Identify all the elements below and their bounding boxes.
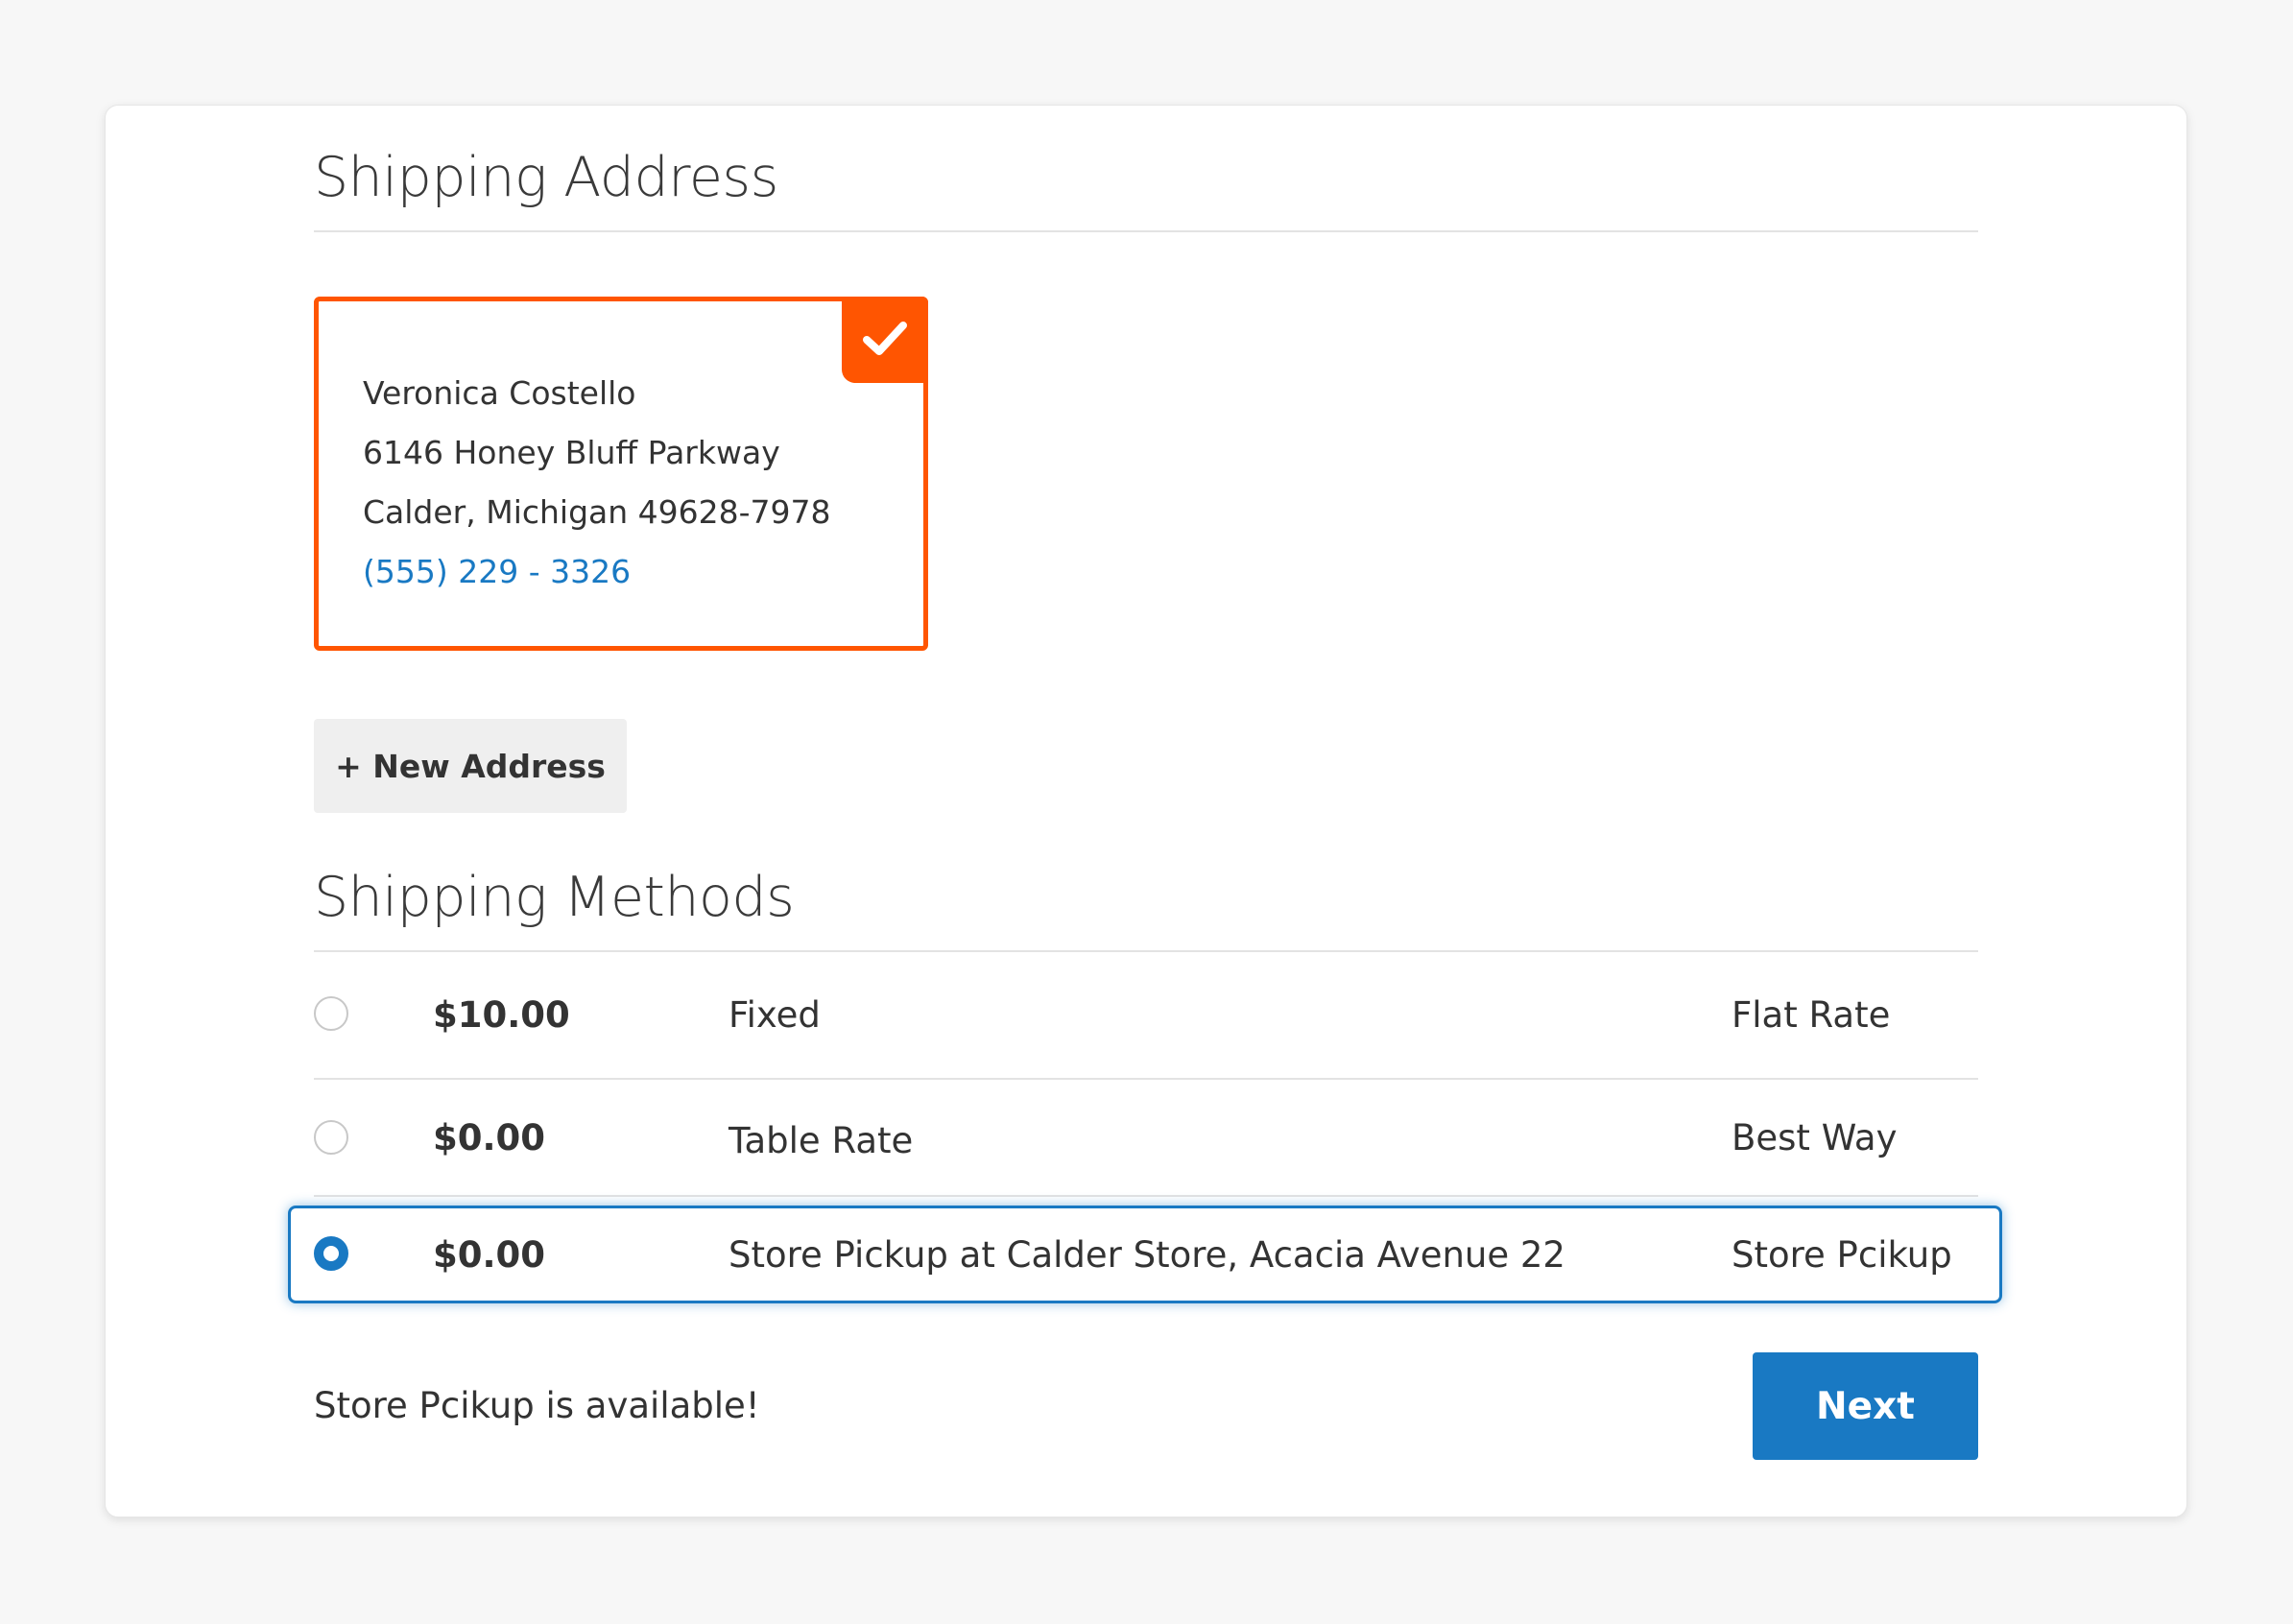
selected-badge [842, 297, 928, 383]
shipping-method-row-flat-rate[interactable]: $10.00 Fixed Flat Rate [314, 995, 1978, 1053]
shipping-method-row-best-way[interactable]: $0.00 Table Rate Best Way [314, 1119, 1978, 1177]
new-address-button[interactable]: + New Address [314, 719, 627, 813]
method-name: Table Rate [729, 1120, 914, 1161]
method-price: $0.00 [433, 1234, 546, 1276]
address-name: Veronica Costello [363, 374, 636, 412]
method-row-divider [314, 1078, 1978, 1080]
shipping-address-divider [314, 230, 1978, 232]
method-row-divider [314, 1195, 1978, 1197]
radio-button-icon[interactable] [314, 1120, 348, 1155]
method-carrier: Store Pcikup [1732, 1234, 1952, 1276]
address-phone-link[interactable]: (555) 229 - 3326 [363, 556, 631, 587]
next-button[interactable]: Next [1753, 1352, 1978, 1460]
shipping-methods-divider [314, 950, 1978, 952]
method-price: $0.00 [433, 1117, 546, 1158]
method-name: Fixed [729, 994, 821, 1036]
radio-button-icon[interactable] [314, 996, 348, 1031]
checkmark-icon [863, 322, 907, 355]
shipping-address-title: Shipping Address [314, 146, 778, 209]
store-pickup-status: Store Pcikup is available! [314, 1385, 760, 1426]
method-price: $10.00 [433, 994, 570, 1036]
method-name: Store Pickup at Calder Store, Acacia Ave… [729, 1234, 1565, 1276]
shipping-methods-title: Shipping Methods [314, 866, 795, 929]
selected-address-card[interactable]: Veronica Costello 6146 Honey Bluff Parkw… [314, 297, 928, 651]
radio-button-icon[interactable] [314, 1236, 348, 1271]
shipping-method-row-store-pickup[interactable]: $0.00 Store Pickup at Calder Store, Acac… [314, 1236, 1978, 1294]
method-carrier: Best Way [1732, 1117, 1898, 1158]
address-city-line: Calder, Michigan 49628-7978 [363, 493, 831, 531]
method-carrier: Flat Rate [1732, 994, 1891, 1036]
address-street: 6146 Honey Bluff Parkway [363, 434, 780, 471]
